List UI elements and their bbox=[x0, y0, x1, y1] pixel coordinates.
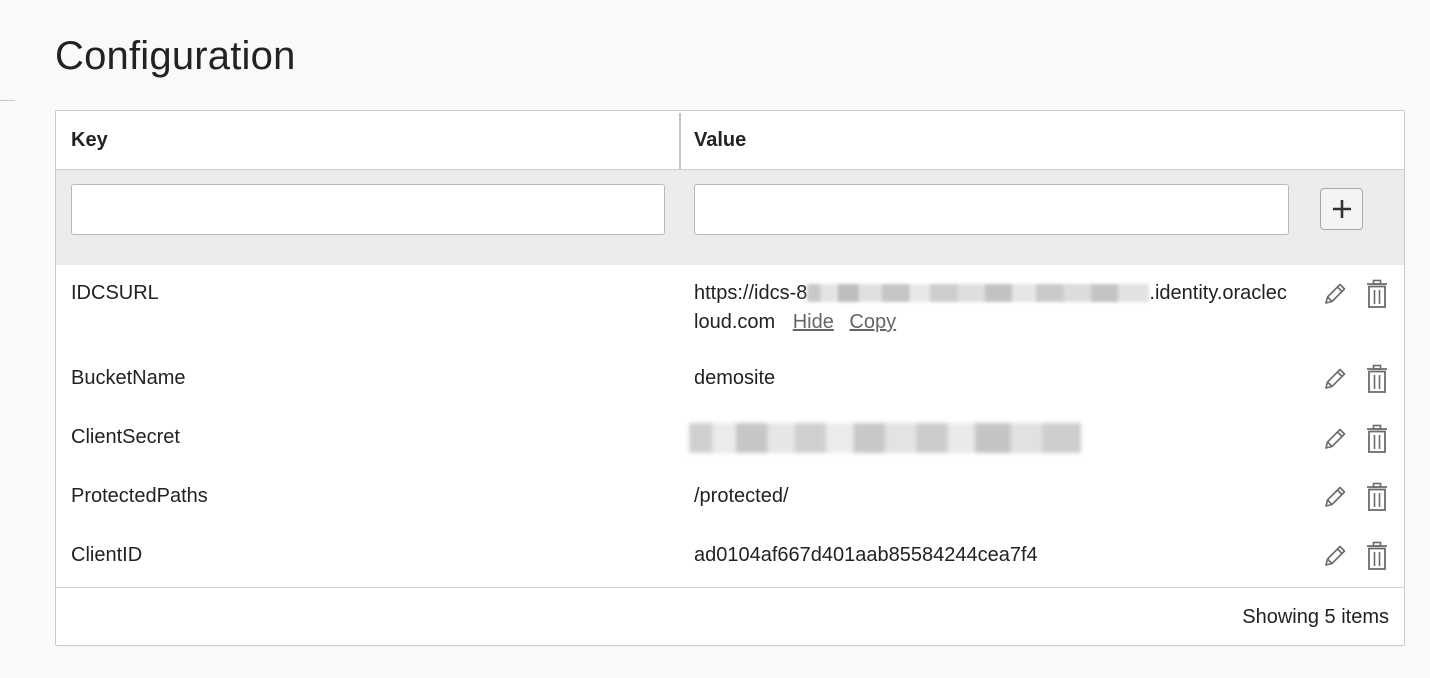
new-key-input[interactable] bbox=[71, 184, 665, 235]
edit-button[interactable] bbox=[1320, 482, 1350, 512]
item-count: Showing 5 items bbox=[1242, 606, 1389, 628]
hide-link[interactable]: Hide bbox=[793, 311, 834, 333]
trash-icon bbox=[1367, 424, 1387, 453]
column-header-value[interactable]: Value bbox=[694, 111, 746, 169]
plus-icon bbox=[1332, 200, 1351, 218]
page-title: Configuration bbox=[55, 34, 296, 78]
row-actions bbox=[1320, 424, 1396, 456]
row-value: /protected/ bbox=[694, 485, 789, 507]
trash-icon bbox=[1367, 482, 1387, 511]
row-value: demosite bbox=[694, 367, 776, 389]
table-row: ClientSecret bbox=[56, 423, 1404, 473]
row-key: BucketName bbox=[71, 367, 186, 389]
column-resize-handle[interactable] bbox=[679, 113, 681, 169]
row-value: https://idcs-8 .identity.oraclec loud.com… bbox=[694, 279, 1294, 337]
pencil-icon bbox=[1325, 545, 1346, 566]
delete-button[interactable] bbox=[1362, 541, 1392, 571]
left-divider bbox=[0, 100, 15, 101]
delete-button[interactable] bbox=[1362, 482, 1392, 512]
edit-button[interactable] bbox=[1320, 364, 1350, 394]
new-value-input[interactable] bbox=[694, 184, 1289, 235]
configuration-table: Key Value IDCSURL https://idcs-8 .identit… bbox=[55, 110, 1405, 646]
pencil-icon bbox=[1325, 428, 1346, 449]
column-header-key[interactable]: Key bbox=[71, 111, 108, 169]
edit-button[interactable] bbox=[1320, 279, 1350, 309]
delete-button[interactable] bbox=[1362, 424, 1392, 454]
delete-button[interactable] bbox=[1362, 279, 1392, 309]
url-line2: loud.com bbox=[694, 311, 776, 333]
trash-icon bbox=[1367, 279, 1387, 308]
table-footer: Showing 5 items bbox=[56, 587, 1404, 645]
row-actions bbox=[1320, 364, 1396, 396]
redacted-secret bbox=[689, 423, 1081, 453]
table-header: Key Value bbox=[56, 111, 1404, 170]
row-key: ClientSecret bbox=[71, 426, 180, 448]
row-actions bbox=[1320, 279, 1396, 311]
row-key: ProtectedPaths bbox=[71, 485, 208, 507]
redacted-text bbox=[807, 284, 1150, 302]
new-entry-row bbox=[56, 170, 1404, 265]
table-row: ProtectedPaths /protected/ bbox=[56, 482, 1404, 532]
add-entry-button[interactable] bbox=[1320, 188, 1363, 230]
edit-button[interactable] bbox=[1320, 541, 1350, 571]
trash-icon bbox=[1367, 541, 1387, 570]
row-value: ad0104af667d401aab85584244cea7f4 bbox=[694, 544, 1038, 566]
pencil-icon bbox=[1325, 283, 1346, 304]
row-key: IDCSURL bbox=[71, 282, 159, 304]
table-row: IDCSURL https://idcs-8 .identity.oraclec … bbox=[56, 279, 1404, 357]
pencil-icon bbox=[1325, 368, 1346, 389]
copy-link[interactable]: Copy bbox=[849, 311, 896, 333]
edit-button[interactable] bbox=[1320, 424, 1350, 454]
url-suffix: .identity.oraclec bbox=[1149, 282, 1287, 304]
table-row: ClientID ad0104af667d401aab85584244cea7f… bbox=[56, 541, 1404, 587]
table-row: BucketName demosite bbox=[56, 364, 1404, 414]
url-prefix: https://idcs-8 bbox=[694, 282, 808, 304]
configuration-page: Configuration Key Value IDCSURL https://… bbox=[0, 0, 1430, 678]
trash-icon bbox=[1367, 364, 1387, 393]
row-actions bbox=[1320, 541, 1396, 573]
row-actions bbox=[1320, 482, 1396, 514]
delete-button[interactable] bbox=[1362, 364, 1392, 394]
pencil-icon bbox=[1325, 486, 1346, 507]
row-key: ClientID bbox=[71, 544, 143, 566]
